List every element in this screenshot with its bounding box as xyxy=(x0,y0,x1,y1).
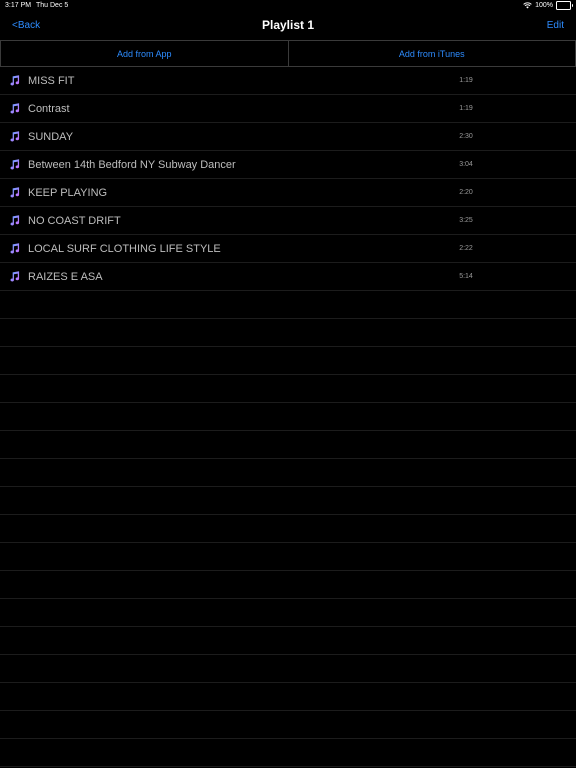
music-note-icon xyxy=(10,243,20,254)
empty-row xyxy=(0,543,576,571)
music-note-icon xyxy=(10,75,20,86)
track-title: SUNDAY xyxy=(28,131,74,143)
empty-row xyxy=(0,319,576,347)
music-note-icon xyxy=(10,187,20,198)
empty-row xyxy=(0,375,576,403)
empty-row xyxy=(0,291,576,319)
track-duration: 2:20 xyxy=(459,189,473,196)
track-duration: 1:19 xyxy=(459,105,473,112)
track-duration: 5:14 xyxy=(459,273,473,280)
status-time: 3:17 PM xyxy=(5,2,32,9)
track-row[interactable]: RAIZES E ASA 5:14 xyxy=(0,263,576,291)
track-row[interactable]: Between 14th Bedford NY Subway Dancer 3:0… xyxy=(0,151,576,179)
track-duration: 1:19 xyxy=(459,77,473,84)
empty-row xyxy=(0,683,576,711)
empty-row xyxy=(0,599,576,627)
track-row[interactable]: KEEP PLAYING 2:20 xyxy=(0,179,576,207)
track-title: LOCAL SURF CLOTHING LIFE STYLE xyxy=(28,243,221,255)
empty-row xyxy=(0,487,576,515)
add-from-app-button[interactable]: Add from App xyxy=(0,41,288,66)
track-row[interactable]: SUNDAY 2:30 xyxy=(0,123,576,151)
empty-row xyxy=(0,515,576,543)
music-note-icon xyxy=(10,215,20,226)
track-title: Contrast xyxy=(28,103,70,115)
empty-row xyxy=(0,403,576,431)
track-title: Between 14th Bedford NY Subway Dancer xyxy=(28,159,236,171)
track-list: MISS FIT 1:19 Contrast 1:19 SUNDAY 2:30 Betwee… xyxy=(0,67,576,768)
empty-row xyxy=(0,739,576,767)
track-duration: 2:30 xyxy=(459,133,473,140)
track-row[interactable]: LOCAL SURF CLOTHING LIFE STYLE 2:22 xyxy=(0,235,576,263)
track-duration: 3:04 xyxy=(459,161,473,168)
music-note-icon xyxy=(10,103,20,114)
battery-percent: 100% xyxy=(535,2,553,9)
empty-row xyxy=(0,347,576,375)
status-bar: 3:17 PM Thu Dec 5 100% xyxy=(0,0,576,12)
page-title: Playlist 1 xyxy=(261,18,315,32)
track-row[interactable]: NO COAST DRIFT 3:25 xyxy=(0,207,576,235)
track-row[interactable]: Contrast 1:19 xyxy=(0,95,576,123)
empty-row xyxy=(0,459,576,487)
empty-row xyxy=(0,655,576,683)
track-title: NO COAST DRIFT xyxy=(28,215,121,227)
edit-button[interactable]: Edit xyxy=(547,20,564,31)
track-title: RAIZES E ASA xyxy=(28,271,103,283)
music-note-icon xyxy=(10,159,20,170)
track-title: MISS FIT xyxy=(28,75,75,87)
status-right: 100% xyxy=(523,1,573,10)
navigation-bar: <Back Playlist 1 Edit xyxy=(0,12,576,40)
add-source-segment: Add from App Add from iTunes xyxy=(0,40,576,67)
track-duration: 3:25 xyxy=(459,217,473,224)
battery-icon xyxy=(556,1,573,10)
empty-row xyxy=(0,571,576,599)
empty-row xyxy=(0,627,576,655)
empty-row xyxy=(0,711,576,739)
track-row[interactable]: MISS FIT 1:19 xyxy=(0,67,576,95)
track-title: KEEP PLAYING xyxy=(28,187,108,199)
track-duration: 2:22 xyxy=(459,245,473,252)
add-from-itunes-button[interactable]: Add from iTunes xyxy=(287,41,576,66)
music-note-icon xyxy=(10,131,20,142)
status-date: Thu Dec 5 xyxy=(36,2,69,9)
wifi-icon xyxy=(523,2,532,9)
empty-row xyxy=(0,431,576,459)
music-note-icon xyxy=(10,271,20,282)
